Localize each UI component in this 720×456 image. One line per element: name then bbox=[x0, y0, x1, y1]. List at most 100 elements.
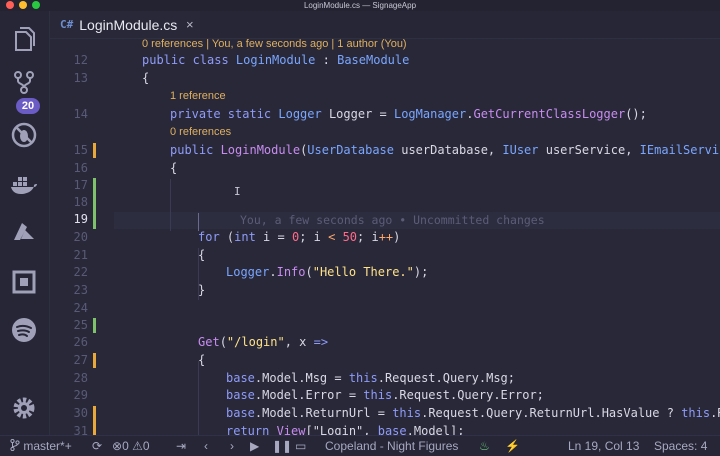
title-bar: LoginModule.cs — SignageApp bbox=[0, 0, 720, 11]
line-number: 23 bbox=[73, 283, 88, 297]
lightning-icon[interactable]: ⚡ bbox=[505, 439, 520, 453]
branch-name: master*+ bbox=[23, 439, 72, 453]
modified-line-marker bbox=[93, 406, 96, 435]
token: .Model.Error = bbox=[254, 388, 364, 402]
token: : bbox=[315, 53, 338, 67]
line-number: 21 bbox=[73, 248, 88, 262]
token: private static bbox=[170, 107, 279, 121]
line-number: 16 bbox=[73, 161, 88, 175]
line-number: 14 bbox=[73, 107, 88, 121]
line-number: 25 bbox=[73, 318, 88, 332]
codelens-class[interactable]: 0 references | You, a few seconds ago | … bbox=[142, 39, 407, 50]
line-number-active: 19 bbox=[73, 212, 88, 226]
code-line-27: { bbox=[198, 353, 206, 367]
token: LogManager bbox=[393, 107, 467, 121]
code-line-31: return View["Login", base.Model]; bbox=[226, 424, 464, 435]
token: ( bbox=[219, 230, 235, 244]
cursor-position[interactable]: Ln 19, Col 13 bbox=[568, 439, 639, 453]
token: Logger = bbox=[321, 107, 394, 121]
token: base bbox=[226, 406, 255, 420]
settings-gear-icon[interactable] bbox=[10, 394, 38, 422]
problems-status[interactable]: ⊗0 ⚠0 bbox=[112, 439, 150, 453]
tab-close-icon[interactable]: × bbox=[186, 17, 194, 32]
token: ++ bbox=[378, 230, 394, 244]
token: userService, bbox=[538, 143, 640, 157]
token: userDatabase, bbox=[394, 143, 503, 157]
previous-icon[interactable]: ‹ bbox=[204, 439, 208, 453]
line-number: 24 bbox=[73, 301, 88, 315]
tab-loginmodule[interactable]: C# LoginModule.cs × bbox=[50, 11, 200, 38]
branch-status[interactable]: master*+ bbox=[10, 438, 72, 453]
token: base bbox=[226, 388, 255, 402]
token: .Model.ReturnUrl = bbox=[254, 406, 393, 420]
token: base bbox=[377, 424, 407, 435]
mouse-ibeam-cursor: I bbox=[234, 185, 241, 198]
azure-icon[interactable] bbox=[10, 219, 38, 247]
token: this bbox=[392, 406, 422, 420]
line-number: 13 bbox=[73, 71, 88, 85]
token: LoginModule bbox=[235, 53, 316, 67]
indentation-status[interactable]: Spaces: 4 bbox=[654, 439, 707, 453]
warning-count: 0 bbox=[142, 439, 150, 453]
token: i = bbox=[255, 230, 292, 244]
token: IEmailService bbox=[639, 143, 720, 157]
code-line-13: { bbox=[142, 71, 150, 85]
code-line-28: base.Model.Msg = this.Request.Query.Msg; bbox=[226, 371, 515, 385]
token: public bbox=[170, 143, 221, 157]
token: ( bbox=[305, 265, 313, 279]
pause-icon[interactable]: ❚❚ bbox=[272, 439, 292, 453]
docker-icon[interactable] bbox=[10, 171, 38, 199]
token: base bbox=[226, 371, 255, 385]
line-number: 30 bbox=[73, 406, 88, 420]
line-number: 15 bbox=[73, 143, 88, 157]
line-number: 18 bbox=[73, 195, 88, 209]
modified-line-marker bbox=[93, 143, 96, 158]
token: BaseModule bbox=[337, 53, 410, 67]
codelens-logger[interactable]: 1 reference bbox=[170, 90, 226, 102]
token: ; i bbox=[299, 230, 329, 244]
error-icon: ⊗ bbox=[112, 439, 123, 453]
token: this bbox=[363, 388, 393, 402]
token: . bbox=[269, 265, 277, 279]
debug-icon[interactable] bbox=[10, 121, 38, 149]
now-playing[interactable]: Copeland - Night Figures bbox=[325, 439, 458, 453]
code-editor[interactable]: 12 13 14 15 16 17 18 19 20 21 22 23 24 2… bbox=[50, 39, 720, 435]
export-icon[interactable]: ⇥ bbox=[176, 439, 186, 453]
added-line-marker bbox=[93, 318, 96, 333]
sync-icon[interactable]: ⟳ bbox=[92, 439, 102, 453]
csharp-file-icon: C# bbox=[60, 18, 74, 31]
added-lines-marker bbox=[93, 178, 96, 229]
token: .Re bbox=[710, 406, 720, 420]
indent-guide bbox=[170, 179, 171, 231]
token: .Model]; bbox=[406, 424, 465, 435]
modified-line-marker bbox=[93, 353, 96, 368]
code-line-26: Get("/login", x => bbox=[198, 335, 328, 349]
code-line-16: { bbox=[170, 161, 178, 175]
play-icon[interactable]: ▶ bbox=[250, 439, 259, 453]
code-line-12: public class LoginModule : BaseModule bbox=[142, 53, 409, 67]
code-line-21: { bbox=[198, 248, 206, 262]
token: int bbox=[234, 230, 256, 244]
extensions-icon[interactable] bbox=[10, 268, 38, 296]
token: "Hello There." bbox=[312, 265, 414, 279]
code-line-30: base.Model.ReturnUrl = this.Request.Quer… bbox=[226, 406, 720, 420]
token: UserDatabase bbox=[307, 143, 394, 157]
token: (); bbox=[625, 107, 647, 121]
token: .Request.Query.ReturnUrl.HasValue ? bbox=[421, 406, 682, 420]
token: , x bbox=[284, 335, 314, 349]
token: IUser bbox=[502, 143, 539, 157]
token: .Request.Query.Error; bbox=[392, 388, 544, 402]
spotify-icon[interactable] bbox=[10, 316, 38, 344]
line-number-gutter: 12 13 14 15 16 17 18 19 20 21 22 23 24 2… bbox=[50, 39, 100, 435]
token: .Request.Query.Msg; bbox=[377, 371, 516, 385]
codelens-constructor[interactable]: 0 references bbox=[170, 126, 231, 138]
explorer-icon[interactable] bbox=[10, 25, 38, 53]
source-control-icon[interactable] bbox=[10, 68, 38, 96]
error-count: 0 bbox=[122, 439, 129, 453]
next-icon[interactable]: › bbox=[230, 439, 234, 453]
window-icon[interactable]: ▭ bbox=[295, 439, 306, 453]
status-bar: master*+ ⟳ ⊗0 ⚠0 ⇥ ‹ › ▶ ❚❚ ▭ Copeland -… bbox=[0, 435, 720, 456]
flame-icon[interactable]: ♨ bbox=[479, 439, 490, 453]
token: this bbox=[348, 371, 378, 385]
